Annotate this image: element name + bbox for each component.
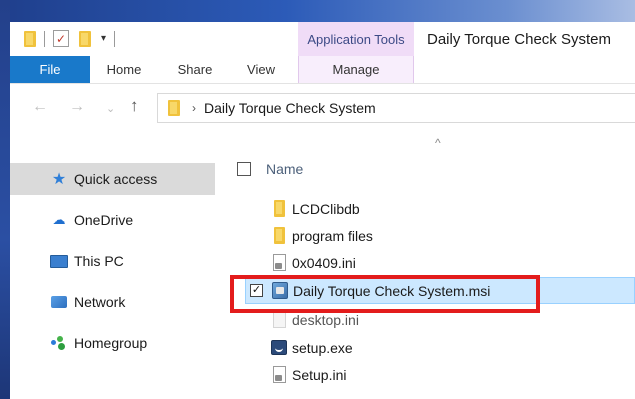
tab-home[interactable]: Home: [90, 56, 158, 83]
list-item[interactable]: setup.exe: [245, 334, 635, 361]
settings-file-icon: [270, 365, 288, 385]
folder-icon: [24, 30, 36, 47]
sidebar-item-label: OneDrive: [74, 212, 134, 228]
navigation-bar: ← → ⌄ ↑ › Daily Torque Check System: [10, 84, 635, 132]
sidebar-item-label: Network: [74, 294, 126, 310]
list-item[interactable]: LCDClibdb: [245, 195, 635, 222]
sidebar-item-label: Quick access: [74, 171, 158, 187]
folder-icon: [270, 226, 288, 246]
forward-arrow-icon[interactable]: →: [69, 98, 85, 116]
window-title: Daily Torque Check System: [427, 31, 611, 48]
desktop-background-left: [0, 0, 10, 399]
checkmark-glyph: ✓: [55, 31, 67, 46]
homegroup-icon: [50, 336, 68, 350]
network-icon: [50, 296, 68, 308]
file-name: Setup.ini: [292, 366, 347, 383]
hidden-settings-file-icon: [270, 310, 288, 330]
item-checkbox-checked[interactable]: ✓: [250, 284, 263, 297]
folder-icon: [168, 100, 180, 116]
file-name: LCDClibdb: [292, 200, 360, 217]
navigation-pane: ★ Quick access ☁ OneDrive This PC Networ…: [10, 132, 225, 399]
application-icon: [270, 338, 288, 358]
sidebar-item-quick-access[interactable]: ★ Quick access: [10, 163, 215, 195]
list-item[interactable]: 0x0409.ini: [245, 249, 635, 276]
sidebar-item-this-pc[interactable]: This PC: [10, 245, 215, 277]
cloud-icon: ☁: [52, 212, 66, 227]
sidebar-item-homegroup[interactable]: Homegroup: [10, 327, 215, 359]
toolbar-separator: [44, 30, 45, 47]
file-name: 0x0409.ini: [292, 254, 356, 271]
file-name: setup.exe: [292, 339, 353, 356]
tab-view[interactable]: View: [234, 56, 288, 83]
sidebar-item-label: Homegroup: [74, 335, 148, 351]
settings-file-icon: [270, 253, 288, 273]
breadcrumb-current-folder[interactable]: Daily Torque Check System: [204, 100, 376, 116]
sort-ascending-icon: ^: [435, 136, 441, 150]
tab-file[interactable]: File: [10, 56, 90, 83]
file-explorer-window: ✓ ▾ Application Tools Daily Torque Check…: [10, 22, 635, 399]
properties-icon[interactable]: ✓: [53, 30, 69, 47]
sidebar-item-network[interactable]: Network: [10, 286, 215, 318]
file-name: desktop.ini: [292, 311, 359, 328]
title-bar: ✓ ▾ Application Tools Daily Torque Check…: [10, 22, 635, 56]
back-arrow-icon[interactable]: ←: [32, 98, 48, 116]
tab-share[interactable]: Share: [165, 56, 225, 83]
toolbar-separator: [114, 30, 116, 47]
list-item[interactable]: program files: [245, 222, 635, 249]
address-bar[interactable]: › Daily Torque Check System: [157, 93, 635, 123]
up-arrow-icon[interactable]: ↑: [130, 96, 139, 116]
computer-icon: [50, 254, 68, 268]
list-item[interactable]: desktop.ini: [245, 306, 635, 333]
quick-access-toolbar: ✓ ▾: [24, 30, 123, 47]
list-item[interactable]: Setup.ini: [245, 361, 635, 388]
select-all-checkbox[interactable]: [237, 162, 251, 176]
name-column-header[interactable]: Name: [266, 161, 303, 177]
ribbon-tabs: File Home Share View Manage: [10, 56, 635, 84]
sidebar-item-onedrive[interactable]: ☁ OneDrive: [10, 204, 215, 236]
recent-locations-chevron-icon[interactable]: ⌄: [106, 102, 115, 115]
file-name: Daily Torque Check System.msi: [293, 282, 491, 299]
file-list-pane: ^ Name LCDClibdb program files 0x0409.in…: [225, 132, 635, 399]
file-name: program files: [292, 227, 373, 244]
desktop-background-top: [0, 0, 635, 22]
star-icon: ★: [51, 171, 67, 188]
breadcrumb-chevron-icon[interactable]: ›: [192, 101, 196, 115]
installer-package-icon: [271, 281, 289, 301]
list-item-selected[interactable]: ✓ Daily Torque Check System.msi: [245, 277, 635, 304]
folder-icon: [270, 199, 288, 219]
sidebar-item-label: This PC: [74, 253, 124, 269]
customize-toolbar-dropdown-icon[interactable]: ▾: [101, 33, 106, 44]
new-folder-icon[interactable]: [79, 30, 91, 47]
tab-manage[interactable]: Manage: [298, 56, 414, 83]
application-tools-context-label: Application Tools: [298, 22, 414, 56]
